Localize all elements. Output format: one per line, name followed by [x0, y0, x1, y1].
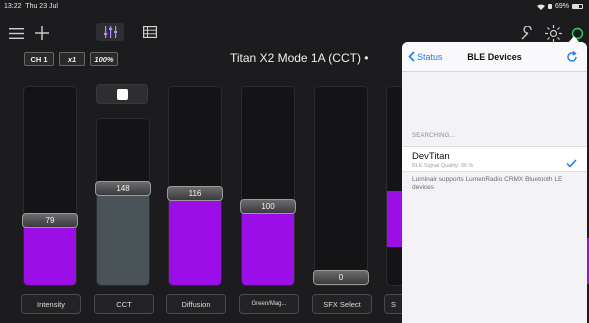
status-indicators: 69%: [536, 3, 583, 10]
fader-handle-cct[interactable]: 148: [95, 181, 151, 196]
fader-label-intensity[interactable]: Intensity: [21, 294, 81, 314]
channel-chip[interactable]: CH 1: [24, 52, 54, 66]
fader-sfx-select[interactable]: [314, 86, 368, 286]
status-bar: 13:22 Thu 23 Jul 69%: [0, 0, 589, 14]
popover-header: Status BLE Devices: [402, 42, 587, 72]
table-icon[interactable]: [142, 25, 158, 39]
popover-title: BLE Devices: [467, 52, 522, 62]
fader-handle-sfx-select[interactable]: 0: [313, 270, 369, 285]
fader-fill: [24, 225, 76, 285]
menu-icon[interactable]: [8, 26, 24, 40]
fader-handle-intensity[interactable]: 79: [22, 213, 78, 228]
fader-label-sfx-select[interactable]: SFX Select: [312, 294, 372, 314]
popover-footer: Luminair supports LumenRadio CRMX Blueto…: [412, 176, 563, 192]
fader-fill: [387, 191, 403, 247]
section-label: SEARCHING...: [412, 133, 456, 139]
square-icon: [116, 88, 128, 100]
sliders-icon[interactable]: [96, 23, 124, 41]
fader-handle-diffusion[interactable]: 116: [167, 186, 223, 201]
fader-fill: [97, 187, 149, 285]
fader-intensity[interactable]: [23, 86, 77, 286]
fader-fill: [242, 205, 294, 285]
fader-green-magenta[interactable]: [241, 86, 295, 286]
sun-icon[interactable]: [544, 24, 562, 42]
fader-label-cct[interactable]: CCT: [94, 294, 154, 314]
status-time: 13:22 Thu 23 Jul: [4, 3, 58, 10]
fader-handle-green-magenta[interactable]: 100: [240, 199, 296, 214]
device-name: DevTitan: [412, 151, 450, 162]
multiplier-chip[interactable]: x1: [59, 52, 85, 66]
plus-icon[interactable]: [34, 26, 50, 40]
lock-icon: [547, 4, 552, 9]
cct-toggle[interactable]: [96, 84, 148, 104]
intensity-chip[interactable]: 100%: [90, 52, 118, 66]
fader-label-partial[interactable]: S: [384, 294, 404, 314]
fader-cct[interactable]: [96, 118, 150, 286]
fader-label-green-magenta[interactable]: Green/Mag...: [239, 294, 299, 314]
device-row[interactable]: DevTitan BLE Signal Quality: 96 %: [402, 146, 587, 172]
battery-percent: 69%: [554, 3, 569, 10]
ble-devices-popover: Status BLE Devices SEARCHING... DevTitan…: [402, 42, 587, 323]
battery-icon: [572, 4, 583, 9]
device-signal: BLE Signal Quality: 96 %: [412, 163, 474, 169]
checkmark-icon: [566, 155, 577, 173]
fader-fill: [169, 192, 221, 285]
fader-label-diffusion[interactable]: Diffusion: [166, 294, 226, 314]
wifi-icon: [536, 4, 545, 10]
mode-title[interactable]: Titan X2 Mode 1A (CCT) •: [230, 51, 368, 65]
wrench-icon[interactable]: [519, 25, 535, 41]
refresh-icon[interactable]: [566, 50, 578, 68]
